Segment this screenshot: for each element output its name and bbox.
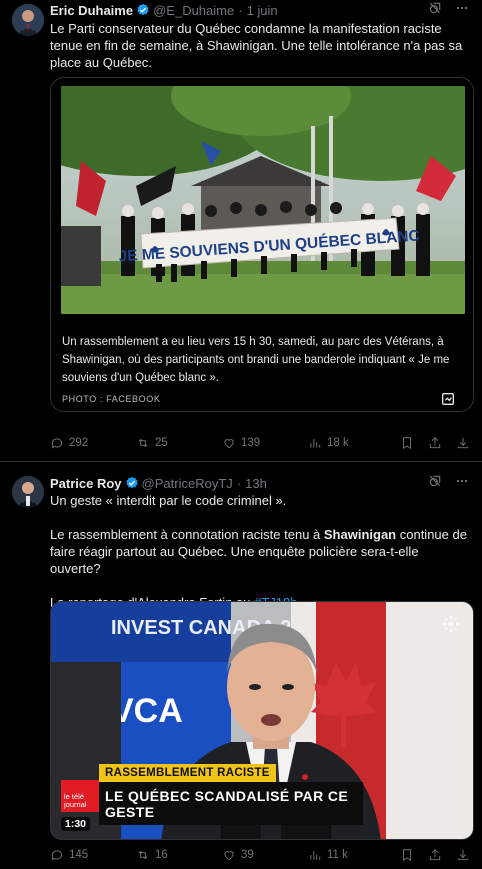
more-icon[interactable]: [454, 1, 470, 15]
views-button[interactable]: 11 k: [308, 848, 392, 862]
retweet-count: 16: [155, 849, 168, 861]
separator-dot: ·: [236, 475, 242, 491]
views-button[interactable]: 18 k: [308, 436, 392, 450]
bookmark-icon[interactable]: [400, 848, 414, 862]
photo-credit: PHOTO : FACEBOOK: [62, 394, 161, 404]
tele-journal-logo: le télé journal: [61, 780, 99, 812]
tweet[interactable]: Patrice Roy @PatriceRoyTJ · 13h Un geste…: [0, 462, 482, 869]
timestamp[interactable]: 1 juin: [247, 3, 278, 18]
bookmark-icon[interactable]: [400, 436, 414, 450]
backdrop-logo: VCA: [111, 692, 183, 730]
tweet-actions: 292 25 139 18 k: [50, 436, 470, 450]
share-icon[interactable]: [428, 436, 442, 450]
like-button[interactable]: 139: [222, 436, 308, 450]
like-count: 139: [241, 437, 261, 449]
reply-button[interactable]: 292: [50, 436, 136, 450]
radio-canada-gem-icon: [442, 615, 460, 633]
tweet-header: Patrice Roy @PatriceRoyTJ · 13h: [50, 474, 470, 492]
tweet-actions: 145 16 39 11 k: [50, 848, 470, 862]
news-banner-top: RASSEMBLEMENT RACISTE: [99, 764, 276, 782]
author-handle[interactable]: @E_Duhaime: [153, 3, 234, 18]
reply-count: 145: [69, 849, 89, 861]
reply-count: 292: [69, 437, 89, 449]
separator-dot: ·: [238, 2, 243, 18]
reply-button[interactable]: 145: [50, 848, 136, 862]
avatar[interactable]: [12, 476, 44, 508]
more-icon[interactable]: [454, 474, 470, 488]
download-icon[interactable]: [456, 436, 470, 450]
tweet-line-1: Un geste « interdit par le code criminel…: [50, 493, 287, 508]
tweet[interactable]: Eric Duhaime @E_Duhaime · 1 juin Le Part…: [0, 0, 482, 462]
author-handle[interactable]: @PatriceRoyTJ: [142, 476, 233, 491]
article-card[interactable]: JE ME SOUVIENS D'UN QUÉBEC BLANC Un rass…: [50, 77, 474, 412]
retweet-count: 25: [155, 437, 168, 449]
timestamp[interactable]: 13h: [245, 476, 267, 491]
like-count: 39: [241, 849, 254, 861]
verified-icon: [125, 476, 138, 489]
retweet-button[interactable]: 25: [136, 436, 222, 450]
retweet-button[interactable]: 16: [136, 848, 222, 862]
verified-icon: [137, 3, 149, 16]
video-player[interactable]: INVEST CANADA 26 VCA le télé journal RAS…: [51, 602, 473, 839]
reply-icon: [51, 438, 63, 449]
views-count: 18 k: [327, 437, 349, 449]
grok-icon[interactable]: [428, 1, 442, 15]
retweet-icon: [138, 850, 148, 860]
download-icon[interactable]: [456, 848, 470, 862]
avatar[interactable]: [12, 4, 44, 36]
views-count: 11 k: [327, 849, 348, 861]
reply-icon: [51, 850, 63, 861]
retweet-icon: [138, 438, 148, 448]
author-name[interactable]: Patrice Roy: [50, 476, 122, 491]
tweet-line-2: Le rassemblement à connotation raciste t…: [50, 527, 467, 576]
article-photo[interactable]: JE ME SOUVIENS D'UN QUÉBEC BLANC: [61, 86, 465, 314]
tweet-header: Eric Duhaime @E_Duhaime · 1 juin: [50, 1, 470, 19]
grok-icon[interactable]: [428, 474, 442, 488]
share-icon[interactable]: [428, 848, 442, 862]
author-name[interactable]: Eric Duhaime: [50, 3, 133, 18]
like-icon: [224, 851, 234, 861]
video-duration: 1:30: [61, 817, 91, 831]
tweet-text: Le Parti conservateur du Québec condamne…: [50, 21, 463, 70]
views-icon: [310, 850, 321, 860]
video-card[interactable]: INVEST CANADA 26 VCA le télé journal RAS…: [50, 601, 474, 840]
card-link-icon[interactable]: [440, 391, 456, 407]
views-icon: [310, 438, 321, 448]
like-button[interactable]: 39: [222, 848, 308, 862]
like-icon: [224, 439, 234, 449]
card-caption: Un rassemblement a eu lieu vers 15 h 30,…: [62, 336, 450, 384]
bold-location: Shawinigan: [323, 527, 397, 542]
news-banner-main: LE QUÉBEC SCANDALISÉ PAR CE GESTE: [99, 782, 363, 825]
